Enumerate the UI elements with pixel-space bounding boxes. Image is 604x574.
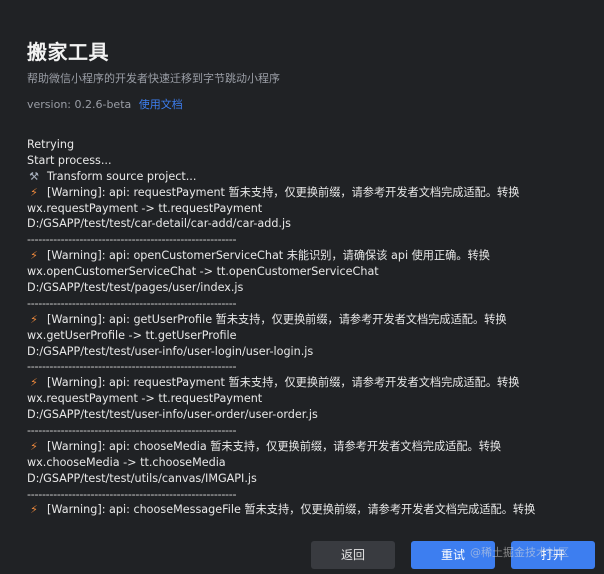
log-line-text: ----------------------------------------… — [27, 424, 237, 438]
log-line: wx.chooseMedia -> tt.chooseMedia — [27, 455, 575, 471]
log-line-text: wx.requestPayment -> tt.requestPayment — [27, 392, 263, 406]
log-line-text: ----------------------------------------… — [27, 296, 237, 310]
output-log[interactable]: Retrying Start process... ⚒ Transform sourc… — [27, 137, 575, 516]
log-line: ⚡ [Warning]: api: requestPayment 暂未支持，仅更换… — [27, 375, 575, 391]
lightning-icon: ⚡ — [30, 503, 38, 516]
log-line-text: ----------------------------------------… — [27, 360, 237, 374]
log-line-text: D:/GSAPP/test/test/user-info/user-login/… — [27, 344, 314, 358]
log-line: ⚡ [Warning]: api: requestPayment 暂未支持，仅更换… — [27, 185, 575, 201]
log-line: D:/GSAPP/test/test/utils/canvas/IMGAPI.j… — [27, 471, 575, 487]
log-line-text: [Warning]: api: requestPayment 暂未支持，仅更换前… — [47, 376, 520, 390]
log-line: ⚡ [Warning]: api: openCustomerServiceChat… — [27, 248, 575, 264]
wrench-icon: ⚒ — [29, 169, 39, 183]
log-line-text: wx.requestPayment -> tt.requestPayment — [27, 201, 263, 215]
log-line: D:/GSAPP/test/test/user-info/user-login/… — [27, 344, 575, 360]
log-line-text: Start process... — [27, 153, 112, 167]
version-line: version: 0.2.6-beta 使用文档 — [27, 96, 183, 112]
page-subtitle: 帮助微信小程序的开发者快速迁移到字节跳动小程序 — [27, 72, 280, 85]
log-line-text: [Warning]: api: openCustomerServiceChat … — [47, 249, 490, 263]
log-line-text: wx.chooseMedia -> tt.chooseMedia — [27, 455, 226, 469]
log-line-text: [Warning]: api: chooseMedia 暂未支持，仅更换前缀，请… — [47, 439, 502, 453]
log-line: wx.getUserProfile -> tt.getUserProfile — [27, 328, 575, 344]
log-separator: ----------------------------------------… — [27, 423, 575, 439]
log-line: Retrying — [27, 137, 575, 153]
log-line: Start process... — [27, 153, 575, 169]
lightning-icon: ⚡ — [30, 439, 38, 453]
log-separator: ----------------------------------------… — [27, 232, 575, 248]
log-line: D:/GSAPP/test/test/pages/user/index.js — [27, 280, 575, 296]
log-line-text: D:/GSAPP/test/test/car-detail/car-add/ca… — [27, 217, 291, 231]
log-line-text: [Warning]: api: requestPayment 暂未支持，仅更换前… — [47, 185, 520, 199]
log-line: D:/GSAPP/test/test/car-detail/car-add/ca… — [27, 216, 575, 232]
lightning-icon: ⚡ — [30, 249, 38, 263]
lightning-icon: ⚡ — [30, 376, 38, 390]
page-title: 搬家工具 — [27, 40, 109, 64]
lightning-icon: ⚡ — [30, 312, 38, 326]
log-line: ⚒ Transform source project... — [27, 169, 575, 185]
log-line: wx.requestPayment -> tt.requestPayment — [27, 391, 575, 407]
log-line: wx.requestPayment -> tt.requestPayment — [27, 201, 575, 217]
log-line-text: wx.openCustomerServiceChat -> tt.openCus… — [27, 265, 379, 279]
log-line-text: [Warning]: api: getUserProfile 暂未支持，仅更换前… — [47, 312, 507, 326]
migration-tool-dialog: 搬家工具 帮助微信小程序的开发者快速迁移到字节跳动小程序 version: 0.… — [0, 0, 604, 574]
log-line-text: D:/GSAPP/test/test/pages/user/index.js — [27, 281, 244, 295]
log-line-text: Transform source project... — [47, 169, 197, 183]
log-line-text: D:/GSAPP/test/test/utils/canvas/IMGAPI.j… — [27, 471, 257, 485]
docs-link[interactable]: 使用文档 — [139, 98, 183, 111]
log-separator: ----------------------------------------… — [27, 296, 575, 312]
log-line-text: D:/GSAPP/test/test/user-info/user-order/… — [27, 408, 318, 422]
retry-button[interactable]: 重试 — [411, 541, 495, 569]
back-button[interactable]: 返回 — [311, 541, 395, 569]
log-line: ⚡ [Warning]: api: getUserProfile 暂未支持，仅更换… — [27, 312, 575, 328]
log-line-text: ----------------------------------------… — [27, 233, 237, 247]
log-line-text: wx.getUserProfile -> tt.getUserProfile — [27, 328, 237, 342]
log-line-text: [Warning]: api: chooseMessageFile 暂未支持，仅… — [47, 503, 536, 516]
log-line: wx.openCustomerServiceChat -> tt.openCus… — [27, 264, 575, 280]
log-line: ⚡ [Warning]: api: chooseMessageFile 暂未支持，… — [27, 502, 575, 516]
log-line-text: Retrying — [27, 138, 75, 151]
version-text: version: 0.2.6-beta — [27, 98, 132, 111]
log-separator: ----------------------------------------… — [27, 487, 575, 503]
log-line: ⚡ [Warning]: api: chooseMedia 暂未支持，仅更换前缀，… — [27, 439, 575, 455]
log-line-text: ----------------------------------------… — [27, 487, 237, 501]
log-separator: ----------------------------------------… — [27, 359, 575, 375]
open-button[interactable]: 打开 — [511, 541, 595, 569]
log-line: D:/GSAPP/test/test/user-info/user-order/… — [27, 407, 575, 423]
lightning-icon: ⚡ — [30, 185, 38, 199]
